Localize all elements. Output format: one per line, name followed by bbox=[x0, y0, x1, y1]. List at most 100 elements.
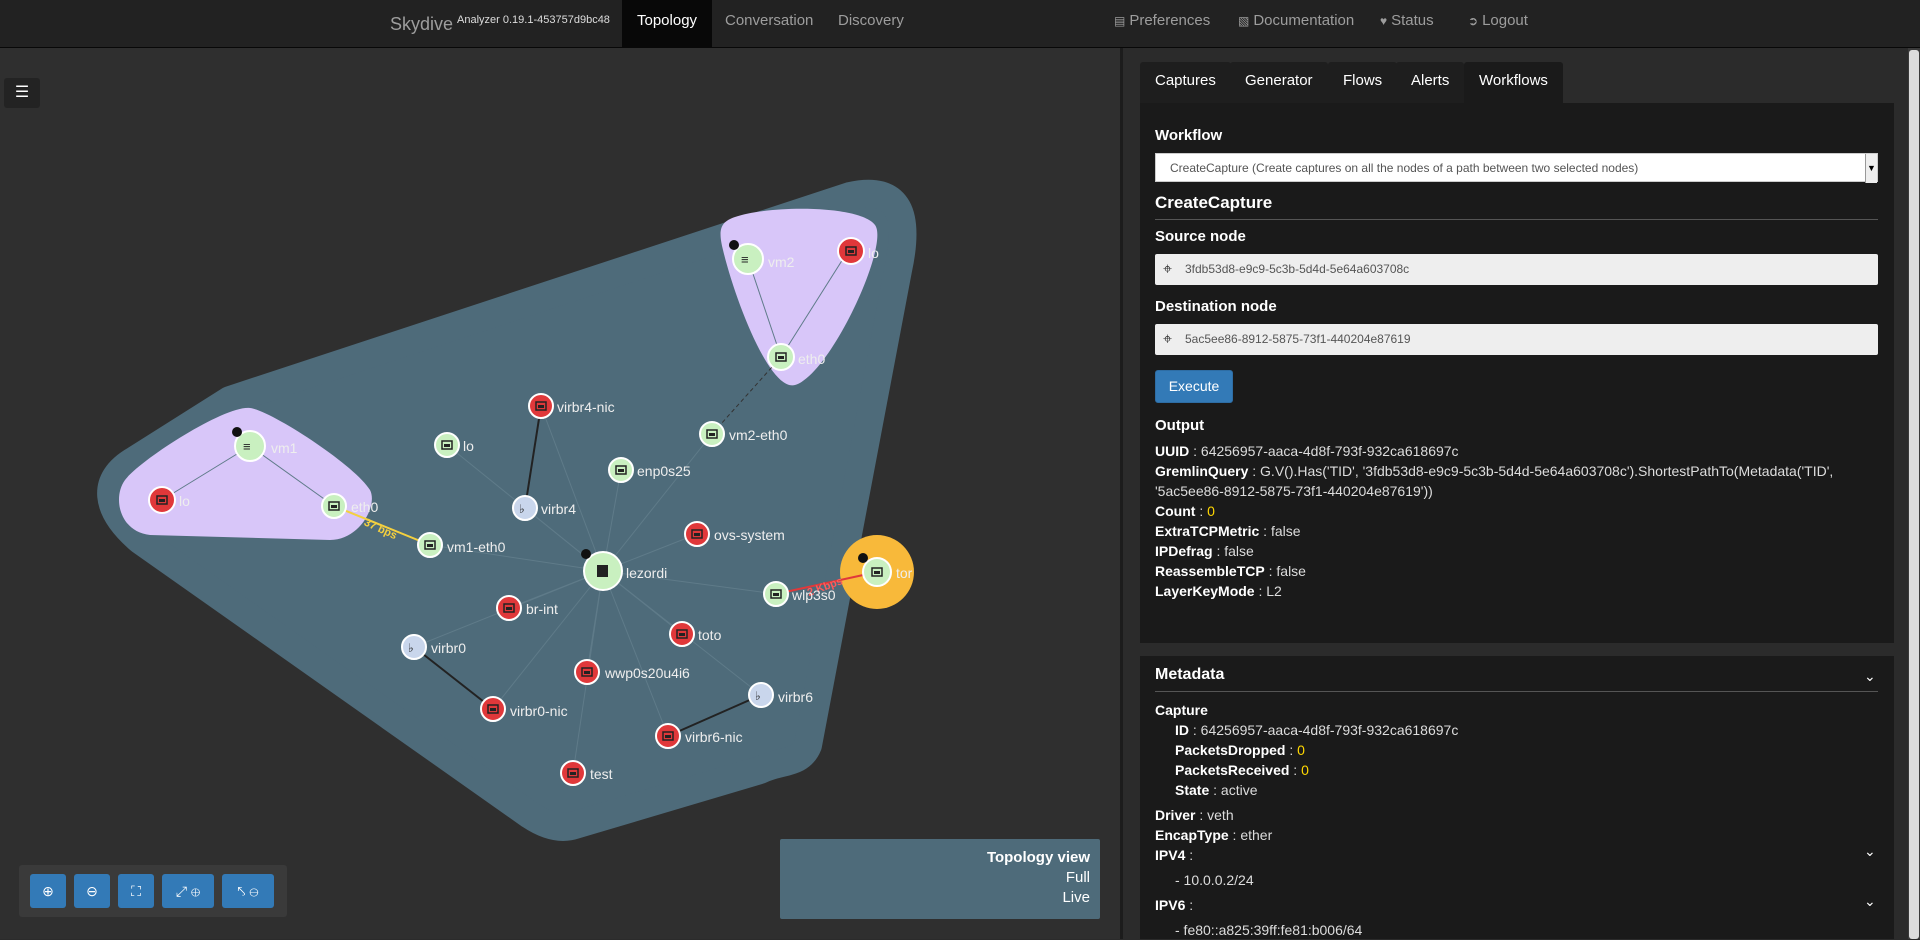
svg-text:eth0: eth0 bbox=[798, 351, 825, 367]
svg-text:♭: ♭ bbox=[519, 502, 525, 516]
output-ipdefrag-value: false bbox=[1224, 543, 1254, 559]
svg-text:test: test bbox=[590, 766, 613, 782]
svg-text:♭: ♭ bbox=[755, 689, 761, 703]
chevron-down-icon[interactable]: ⌄ bbox=[1864, 843, 1876, 860]
svg-text:wlp3s0: wlp3s0 bbox=[791, 587, 836, 603]
brand-name: Skydive bbox=[390, 14, 454, 34]
meta-encap-value: ether bbox=[1240, 827, 1273, 843]
svg-text:enp0s25: enp0s25 bbox=[637, 463, 691, 479]
meta-dropped-key: PacketsDropped bbox=[1175, 742, 1286, 758]
meta-state-key: State bbox=[1175, 782, 1210, 798]
output-label: Output bbox=[1155, 417, 1205, 434]
metadata-title[interactable]: Metadata bbox=[1155, 666, 1224, 684]
status-icon: ♥ bbox=[1380, 14, 1388, 28]
meta-received-value: 0 bbox=[1301, 762, 1309, 778]
nav-logout[interactable]: ➲ Logout bbox=[1468, 0, 1528, 48]
brand[interactable]: Skydive Analyzer 0.19.1-453757d9bc48 bbox=[390, 14, 610, 35]
crosshair-icon[interactable]: ⌖ bbox=[1163, 254, 1172, 285]
zoom-in-icon: ⊕ bbox=[42, 883, 54, 899]
meta-encap: EncapType : ether bbox=[1155, 827, 1273, 843]
svg-text:toto: toto bbox=[698, 627, 722, 643]
meta-state-value: active bbox=[1220, 782, 1258, 798]
topology-view-legend: Topology view Full Live bbox=[780, 839, 1100, 919]
meta-ipv4[interactable]: IPV4 : bbox=[1155, 845, 1193, 865]
meta-dropped: PacketsDropped : 0 bbox=[1175, 742, 1305, 758]
meta-capture-key: Capture bbox=[1155, 702, 1208, 718]
zoom-in-button[interactable]: ⊕ bbox=[30, 874, 66, 908]
nav-preferences[interactable]: ▤ Preferences bbox=[1114, 0, 1210, 48]
topology-menu-button[interactable]: ☰ bbox=[4, 78, 40, 108]
legend-line1: Full bbox=[1065, 869, 1090, 886]
workflow-select[interactable]: CreateCapture (Create captures on all th… bbox=[1155, 153, 1878, 183]
output-count-key: Count bbox=[1155, 503, 1196, 519]
meta-received-key: PacketsReceived bbox=[1175, 762, 1290, 778]
svg-text:vm1-eth0: vm1-eth0 bbox=[447, 539, 506, 555]
metadata-divider bbox=[1155, 691, 1878, 692]
zoom-out-icon: ⊖ bbox=[86, 883, 98, 899]
topology-canvas[interactable]: 37 bps 2 Kbps ≡ vm2 lo eth0 ≡ vm1 lo eth0 … bbox=[0, 48, 1120, 939]
output-gremlin: GremlinQuery : G.V().Has('TID', '3fdb53d… bbox=[1155, 463, 1834, 479]
meta-ipv6-value: - fe80::a825:39ff:fe81:b006/64 bbox=[1175, 922, 1363, 938]
meta-capture: Capture bbox=[1155, 700, 1208, 720]
destination-node-value: 5ac5ee86-8912-5875-73f1-440204e87619 bbox=[1185, 332, 1411, 346]
output-gremlin-value: G.V().Has('TID', '3fdb53d8-e9c9-5c3b-5d4… bbox=[1260, 463, 1834, 479]
svg-text:virbr0-nic: virbr0-nic bbox=[510, 703, 568, 719]
output-gremlin-key: GremlinQuery bbox=[1155, 463, 1249, 479]
svg-text:≡: ≡ bbox=[741, 252, 749, 267]
nav-tab-conversation[interactable]: Conversation bbox=[710, 0, 828, 48]
nav-tab-discovery[interactable]: Discovery bbox=[823, 0, 919, 48]
meta-received: PacketsReceived : 0 bbox=[1175, 762, 1309, 778]
chevron-down-icon[interactable]: ⌄ bbox=[1864, 893, 1876, 910]
collapse-all-button[interactable]: ⤣ ⊖ bbox=[222, 874, 274, 908]
execute-button[interactable]: Execute bbox=[1155, 370, 1233, 403]
meta-ipv4-value: - 10.0.0.2/24 bbox=[1175, 872, 1254, 888]
crosshair-icon[interactable]: ⌖ bbox=[1163, 324, 1172, 355]
output-reassemble-key: ReassembleTCP bbox=[1155, 563, 1265, 579]
output-gremlin-cont: '5ac5ee86-8912-5875-73f1-440204e87619')) bbox=[1155, 483, 1433, 499]
topology-graph[interactable]: 37 bps 2 Kbps ≡ vm2 lo eth0 ≡ vm1 lo eth0 … bbox=[0, 48, 1120, 939]
source-node-field[interactable]: ⌖ 3fdb53d8-e9c9-5c3b-5d4d-5e64a603708c bbox=[1155, 254, 1878, 285]
output-reassemble: ReassembleTCP : false bbox=[1155, 563, 1306, 579]
tab-alerts[interactable]: Alerts bbox=[1396, 62, 1465, 104]
svg-text:wwp0s20u4i6: wwp0s20u4i6 bbox=[604, 665, 690, 681]
nav-status[interactable]: ♥ Status bbox=[1380, 0, 1434, 48]
meta-encap-key: EncapType bbox=[1155, 827, 1229, 843]
output-extratcp-value: false bbox=[1270, 523, 1301, 539]
output-ipdefrag-key: IPDefrag bbox=[1155, 543, 1213, 559]
expand-all-button[interactable]: ⤢ ⊕ bbox=[162, 874, 214, 908]
zoom-out-button[interactable]: ⊖ bbox=[74, 874, 110, 908]
svg-text:♭: ♭ bbox=[408, 641, 414, 655]
nav-logout-label: Logout bbox=[1482, 12, 1528, 29]
legend-title: Topology view bbox=[986, 849, 1090, 866]
meta-driver-key: Driver bbox=[1155, 807, 1196, 823]
svg-text:lo: lo bbox=[179, 493, 190, 509]
expand-all-icon: ⤢ ⊕ bbox=[175, 883, 201, 899]
tab-generator[interactable]: Generator bbox=[1230, 62, 1328, 104]
chevron-down-icon[interactable]: ⌄ bbox=[1864, 668, 1876, 685]
tab-captures[interactable]: Captures bbox=[1140, 62, 1231, 104]
meta-driver: Driver : veth bbox=[1155, 807, 1234, 823]
preferences-icon: ▤ bbox=[1114, 14, 1126, 28]
meta-ipv6[interactable]: IPV6 : bbox=[1155, 895, 1193, 915]
source-node-value: 3fdb53d8-e9c9-5c3b-5d4d-5e64a603708c bbox=[1185, 262, 1410, 276]
navbar: Skydive Analyzer 0.19.1-453757d9bc48 Topo… bbox=[0, 0, 1920, 48]
logout-icon: ➲ bbox=[1468, 14, 1479, 28]
svg-text:lo: lo bbox=[868, 245, 879, 261]
zoom-fit-button[interactable]: ⛶ bbox=[118, 874, 154, 908]
output-count: Count : 0 bbox=[1155, 503, 1215, 519]
output-uuid: UUID : 64256957-aaca-4d8f-793f-932ca6186… bbox=[1155, 443, 1459, 459]
nav-tab-topology[interactable]: Topology bbox=[622, 0, 713, 48]
svg-text:br-int: br-int bbox=[526, 601, 558, 617]
source-node-label: Source node bbox=[1155, 228, 1246, 245]
meta-driver-value: veth bbox=[1207, 807, 1234, 823]
tab-flows[interactable]: Flows bbox=[1328, 62, 1398, 104]
destination-node-field[interactable]: ⌖ 5ac5ee86-8912-5875-73f1-440204e87619 bbox=[1155, 324, 1878, 355]
scrollbar-thumb[interactable] bbox=[1909, 50, 1919, 939]
meta-id-value: 64256957-aaca-4d8f-793f-932ca618697c bbox=[1200, 722, 1459, 738]
svg-text:virbr6: virbr6 bbox=[778, 689, 813, 705]
tab-workflows[interactable]: Workflows bbox=[1464, 62, 1563, 104]
meta-ipv6-key: IPV6 bbox=[1155, 897, 1186, 913]
svg-text:virbr4-nic: virbr4-nic bbox=[557, 399, 615, 415]
chevron-down-icon: ▼ bbox=[1865, 154, 1877, 183]
nav-documentation[interactable]: ▧ Documentation bbox=[1238, 0, 1354, 48]
